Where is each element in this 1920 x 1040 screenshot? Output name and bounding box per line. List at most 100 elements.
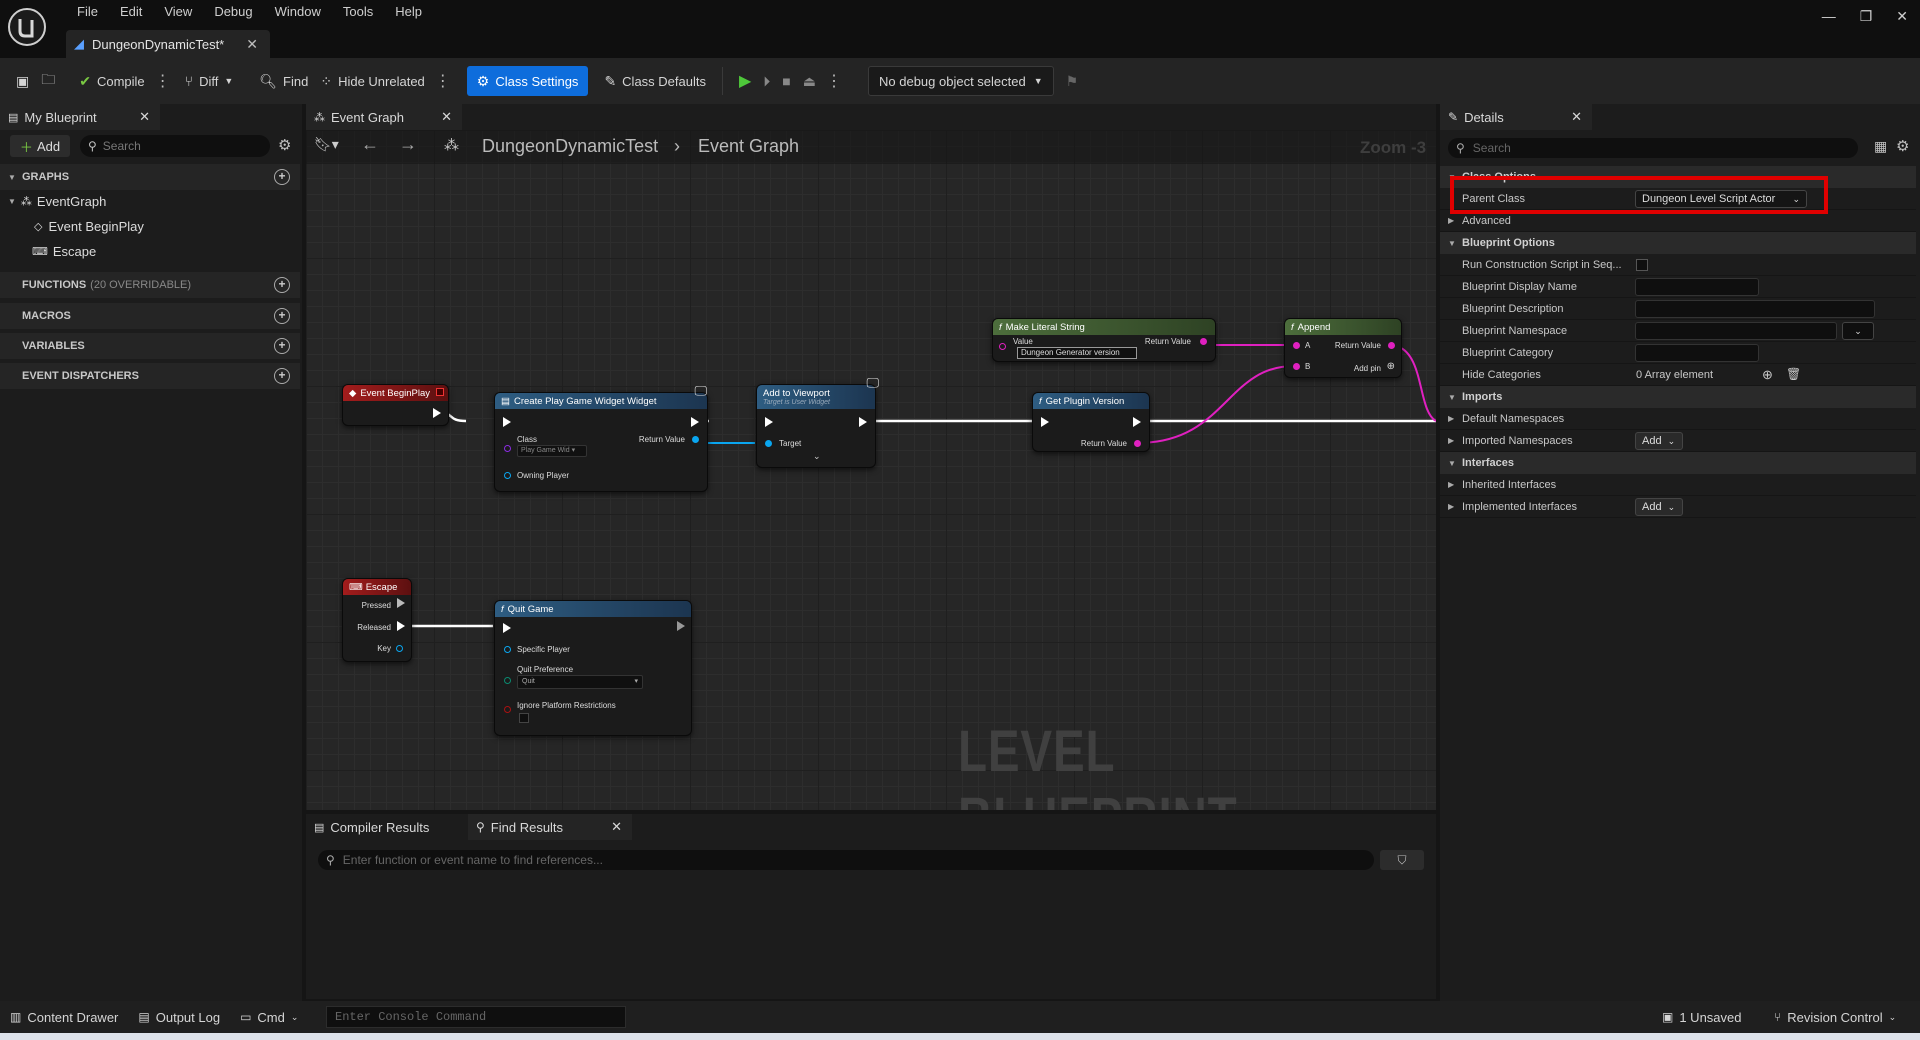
exec-in-pin[interactable] [765, 417, 773, 427]
table-view-icon[interactable]: ▦ [1874, 138, 1887, 155]
play-options-icon[interactable]: ⋮ [822, 71, 846, 91]
expand-chevron-icon[interactable]: ⌄ [813, 451, 821, 462]
debug-object-dropdown[interactable]: No debug object selected ▼ [868, 66, 1054, 96]
imports-section[interactable]: ▼ Imports [1440, 386, 1916, 408]
settings-gear-icon[interactable]: ⚙ [278, 136, 291, 154]
specific-player-pin[interactable] [504, 646, 511, 653]
add-button[interactable]: ＋ Add [10, 135, 70, 157]
restore-icon[interactable]: ❐ [1860, 8, 1873, 25]
add-to-viewport-node[interactable]: Add to Viewport Target is User Widget 🖵 … [756, 375, 879, 468]
hide-unrelated-button[interactable]: ⁘ Hide Unrelated [314, 66, 430, 96]
document-tab[interactable]: ◢ DungeonDynamicTest* ✕ [66, 30, 270, 58]
find-references-input[interactable]: ⚲ Enter function or event name to find r… [318, 850, 1374, 870]
diff-button[interactable]: ⑂ Diff ▼ [179, 66, 240, 96]
menu-tools[interactable]: Tools [332, 4, 384, 22]
key-pin[interactable] [396, 645, 403, 652]
output-log-button[interactable]: ▤ Output Log [132, 1002, 226, 1032]
content-drawer-button[interactable]: ▥ Content Drawer [4, 1002, 124, 1032]
details-search-input[interactable]: ⚲ Search [1448, 138, 1858, 158]
close-window-icon[interactable]: ✕ [1896, 8, 1908, 25]
find-button[interactable]: 🔍︎ Find [253, 66, 314, 96]
menu-edit[interactable]: Edit [109, 4, 153, 22]
browse-button[interactable]: 🗀 [35, 66, 61, 96]
functions-section[interactable]: FUNCTIONS (20 OVERRIDABLE) + [0, 272, 300, 298]
add-variable-icon[interactable]: + [274, 338, 290, 354]
exec-out-pin[interactable] [677, 621, 685, 631]
class-pin[interactable] [504, 445, 511, 452]
event-graph-canvas[interactable]: 🔖︎▾ ← → ⁂ DungeonDynamicTest › Event Gra… [306, 130, 1436, 810]
revision-control-button[interactable]: ⑂ Revision Control ⌄ [1768, 1002, 1902, 1032]
add-dispatcher-icon[interactable]: + [274, 368, 290, 384]
debug-filter-button[interactable]: ⚑ [1060, 66, 1085, 96]
event-graph-item[interactable]: ▼ ⁂ EventGraph [8, 194, 106, 209]
append-a-pin[interactable] [1293, 342, 1300, 349]
compile-options-icon[interactable]: ⋮ [151, 71, 175, 91]
exec-out-pin[interactable] [433, 408, 441, 418]
ignore-restrictions-checkbox[interactable] [519, 713, 529, 723]
event-graph-tab[interactable]: ⁂ Event Graph ✕ [306, 104, 462, 130]
append-node[interactable]: f Append A B Return Value Add pin ⊕ [1284, 318, 1402, 378]
menu-help[interactable]: Help [384, 4, 433, 22]
escape-event-node[interactable]: ⌨ Escape Pressed Released Key [342, 578, 412, 662]
quit-preference-pin[interactable] [504, 677, 511, 684]
expand-icon[interactable]: ▶ [1448, 502, 1454, 511]
inherited-interfaces-row[interactable]: ▶ Inherited Interfaces [1440, 474, 1916, 496]
category-input[interactable] [1635, 344, 1759, 362]
menu-debug[interactable]: Debug [203, 4, 263, 22]
console-command-input[interactable]: Enter Console Command [326, 1006, 626, 1028]
add-graph-icon[interactable]: + [274, 169, 290, 185]
target-pin[interactable] [765, 440, 772, 447]
escape-event-item[interactable]: ⌨ Escape [32, 244, 96, 259]
unsaved-button[interactable]: ▣ 1 Unsaved [1656, 1002, 1748, 1032]
exec-in-pin[interactable] [503, 417, 511, 427]
cmd-dropdown[interactable]: ▭ Cmd ⌄ [234, 1002, 304, 1032]
add-function-icon[interactable]: + [274, 277, 290, 293]
expand-icon[interactable]: ▶ [1448, 436, 1454, 445]
class-settings-button[interactable]: ⚙ Class Settings [466, 66, 589, 96]
play-button[interactable]: ▶ [733, 66, 757, 96]
exec-out-pin[interactable] [1133, 417, 1141, 427]
graphs-section[interactable]: ▼ GRAPHS + [0, 164, 300, 190]
minimize-icon[interactable]: — [1822, 8, 1836, 25]
ignore-restrictions-pin[interactable] [504, 706, 511, 713]
trash-icon[interactable]: 🗑︎ [1786, 367, 1801, 381]
append-return-pin[interactable] [1388, 342, 1395, 349]
my-blueprint-tab[interactable]: ▤ My Blueprint ✕ [0, 104, 160, 130]
advanced-row[interactable]: ▶ Advanced [1440, 210, 1916, 232]
close-tab-icon[interactable]: ✕ [246, 36, 258, 53]
compile-button[interactable]: ✔ Compile [73, 66, 150, 96]
plugin-return-pin[interactable] [1134, 440, 1141, 447]
blueprint-search-input[interactable]: ⚲ Search [80, 135, 270, 157]
exec-in-pin[interactable] [503, 623, 511, 633]
event-dispatchers-section[interactable]: EVENT DISPATCHERS + [0, 363, 300, 389]
run-construction-checkbox[interactable] [1636, 259, 1648, 271]
default-namespaces-row[interactable]: ▶ Default Namespaces [1440, 408, 1916, 430]
add-pin-icon[interactable]: ⊕ [1387, 361, 1395, 372]
variables-section[interactable]: VARIABLES + [0, 333, 300, 359]
event-beginplay-node[interactable]: ◆ Event BeginPlay [342, 384, 449, 426]
eject-button[interactable]: ⏏ [797, 66, 822, 96]
released-pin[interactable] [397, 621, 405, 631]
more-options-icon[interactable]: ⋮ [431, 71, 455, 91]
namespace-dropdown[interactable]: ⌄ [1842, 322, 1874, 340]
create-widget-node[interactable]: ▤ Create Play Game Widget Widget 🖵 Class… [494, 383, 708, 492]
add-element-icon[interactable]: ⊕ [1762, 367, 1773, 383]
make-literal-string-node[interactable]: f Make Literal String Value Dungeon Gene… [992, 318, 1216, 362]
literal-return-pin[interactable] [1200, 338, 1207, 345]
append-b-pin[interactable] [1293, 363, 1300, 370]
implemented-interfaces-add-button[interactable]: Add ⌄ [1635, 498, 1683, 516]
find-results-tab[interactable]: ⚲ Find Results ✕ [468, 814, 632, 840]
unreal-logo-icon[interactable] [8, 8, 46, 46]
return-value-pin[interactable] [692, 436, 699, 443]
interfaces-section[interactable]: ▼ Interfaces [1440, 452, 1916, 474]
exec-in-pin[interactable] [1041, 417, 1049, 427]
details-tab[interactable]: ✎ Details ✕ [1440, 104, 1592, 130]
exec-out-pin[interactable] [691, 417, 699, 427]
class-defaults-button[interactable]: ✎ Class Defaults [598, 66, 712, 96]
display-name-input[interactable] [1635, 278, 1759, 296]
value-pin[interactable] [999, 343, 1006, 350]
settings-gear-icon[interactable]: ⚙ [1896, 137, 1909, 155]
get-plugin-version-node[interactable]: f Get Plugin Version Return Value [1032, 392, 1150, 452]
quit-preference-dropdown[interactable]: Quit ▾ [517, 675, 643, 689]
description-input[interactable] [1635, 300, 1875, 318]
